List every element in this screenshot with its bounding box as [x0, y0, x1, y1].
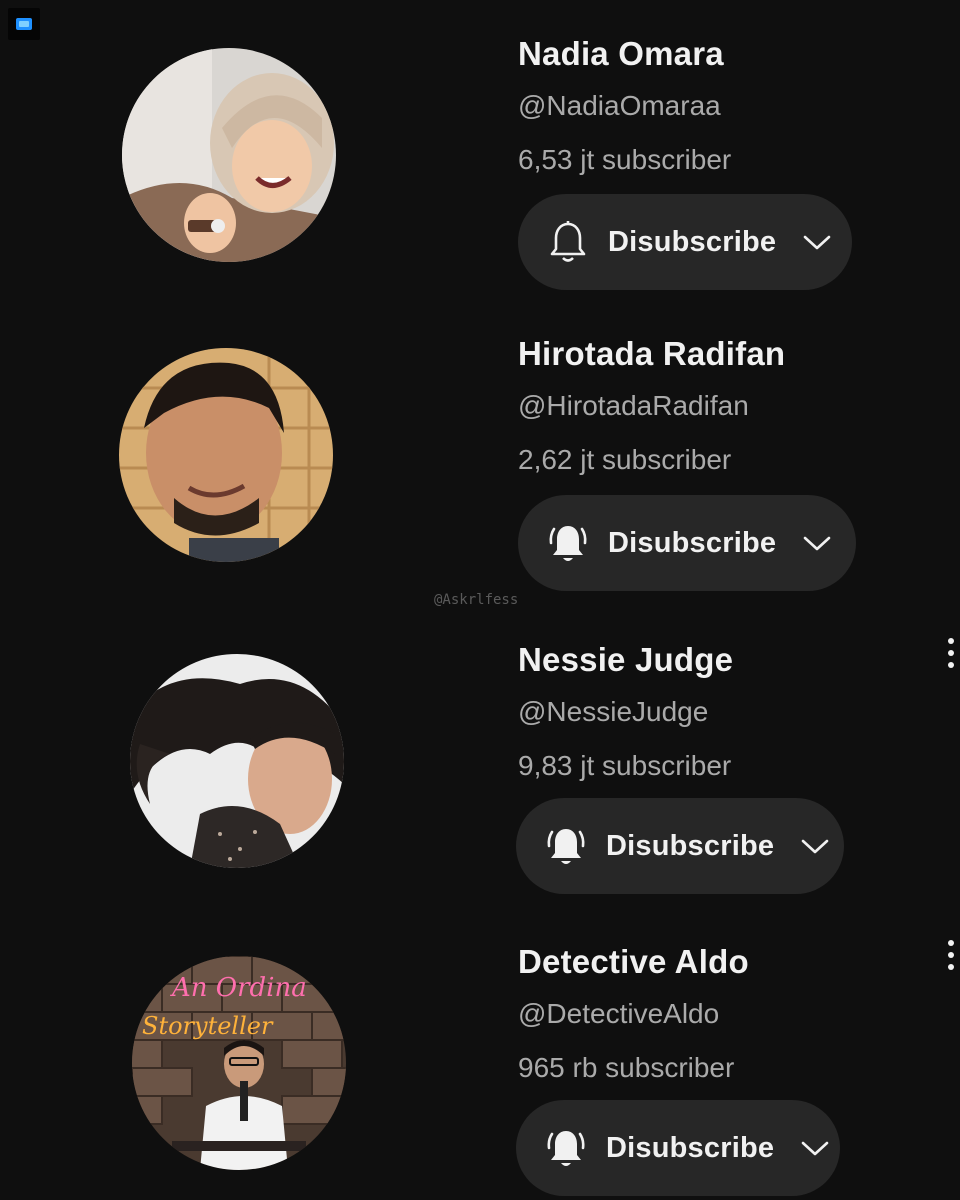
- more-vert-icon[interactable]: [948, 940, 960, 970]
- channel-item[interactable]: Nessie Judge @NessieJudge 9,83 jt subscr…: [0, 600, 960, 900]
- channel-name[interactable]: Detective Aldo: [518, 942, 749, 982]
- more-vert-icon[interactable]: [948, 638, 960, 668]
- channel-avatar[interactable]: [122, 48, 336, 262]
- bell-ringing-icon: [546, 824, 586, 868]
- subscriber-count: 965 rb subscriber: [518, 1052, 735, 1083]
- subscribed-button[interactable]: Disubscribe: [516, 798, 844, 894]
- chevron-down-icon: [802, 533, 832, 553]
- bell-ringing-icon: [546, 1126, 586, 1170]
- subscriber-count: 2,62 jt subscriber: [518, 444, 732, 475]
- channel-avatar[interactable]: [130, 654, 344, 868]
- channel-item[interactable]: Nadia Omara @NadiaOmaraa 6,53 jt subscri…: [0, 0, 960, 300]
- subscriber-count: 6,53 jt subscriber: [518, 144, 732, 175]
- subscribed-button[interactable]: Disubscribe: [516, 1100, 840, 1196]
- chevron-down-icon: [800, 1138, 830, 1158]
- bell-ringing-icon: [548, 521, 588, 565]
- channel-name[interactable]: Hirotada Radifan: [518, 334, 785, 374]
- channel-avatar[interactable]: [119, 348, 333, 562]
- bell-outline-icon: [548, 220, 588, 264]
- subscriber-count: 9,83 jt subscriber: [518, 750, 732, 781]
- neon-sign-line1: An Ordina: [170, 973, 307, 1003]
- subscribe-button-label: Disubscribe: [608, 225, 777, 258]
- channel-handle: @HirotadaRadifan: [518, 390, 749, 421]
- channel-item[interactable]: An Ordina Storyteller Detective Aldo @De…: [0, 900, 960, 1200]
- subscribe-button-label: Disubscribe: [606, 1131, 775, 1164]
- chevron-down-icon: [800, 836, 830, 856]
- channel-item[interactable]: Hirotada Radifan @HirotadaRadifan 2,62 j…: [0, 300, 960, 600]
- subscribed-button[interactable]: Disubscribe: [518, 194, 852, 290]
- channel-name[interactable]: Nadia Omara: [518, 34, 731, 74]
- subscribe-button-label: Disubscribe: [608, 526, 777, 559]
- subscribed-button[interactable]: Disubscribe: [518, 495, 856, 591]
- subscribe-button-label: Disubscribe: [606, 829, 775, 862]
- neon-sign-line2: Storyteller: [142, 1012, 274, 1040]
- chevron-down-icon: [802, 232, 832, 252]
- channel-name[interactable]: Nessie Judge: [518, 640, 733, 680]
- channel-handle: @NadiaOmaraa: [518, 90, 721, 121]
- channel-avatar[interactable]: An Ordina Storyteller: [132, 956, 346, 1170]
- channel-handle: @NessieJudge: [518, 696, 709, 727]
- channel-handle: @DetectiveAldo: [518, 998, 720, 1029]
